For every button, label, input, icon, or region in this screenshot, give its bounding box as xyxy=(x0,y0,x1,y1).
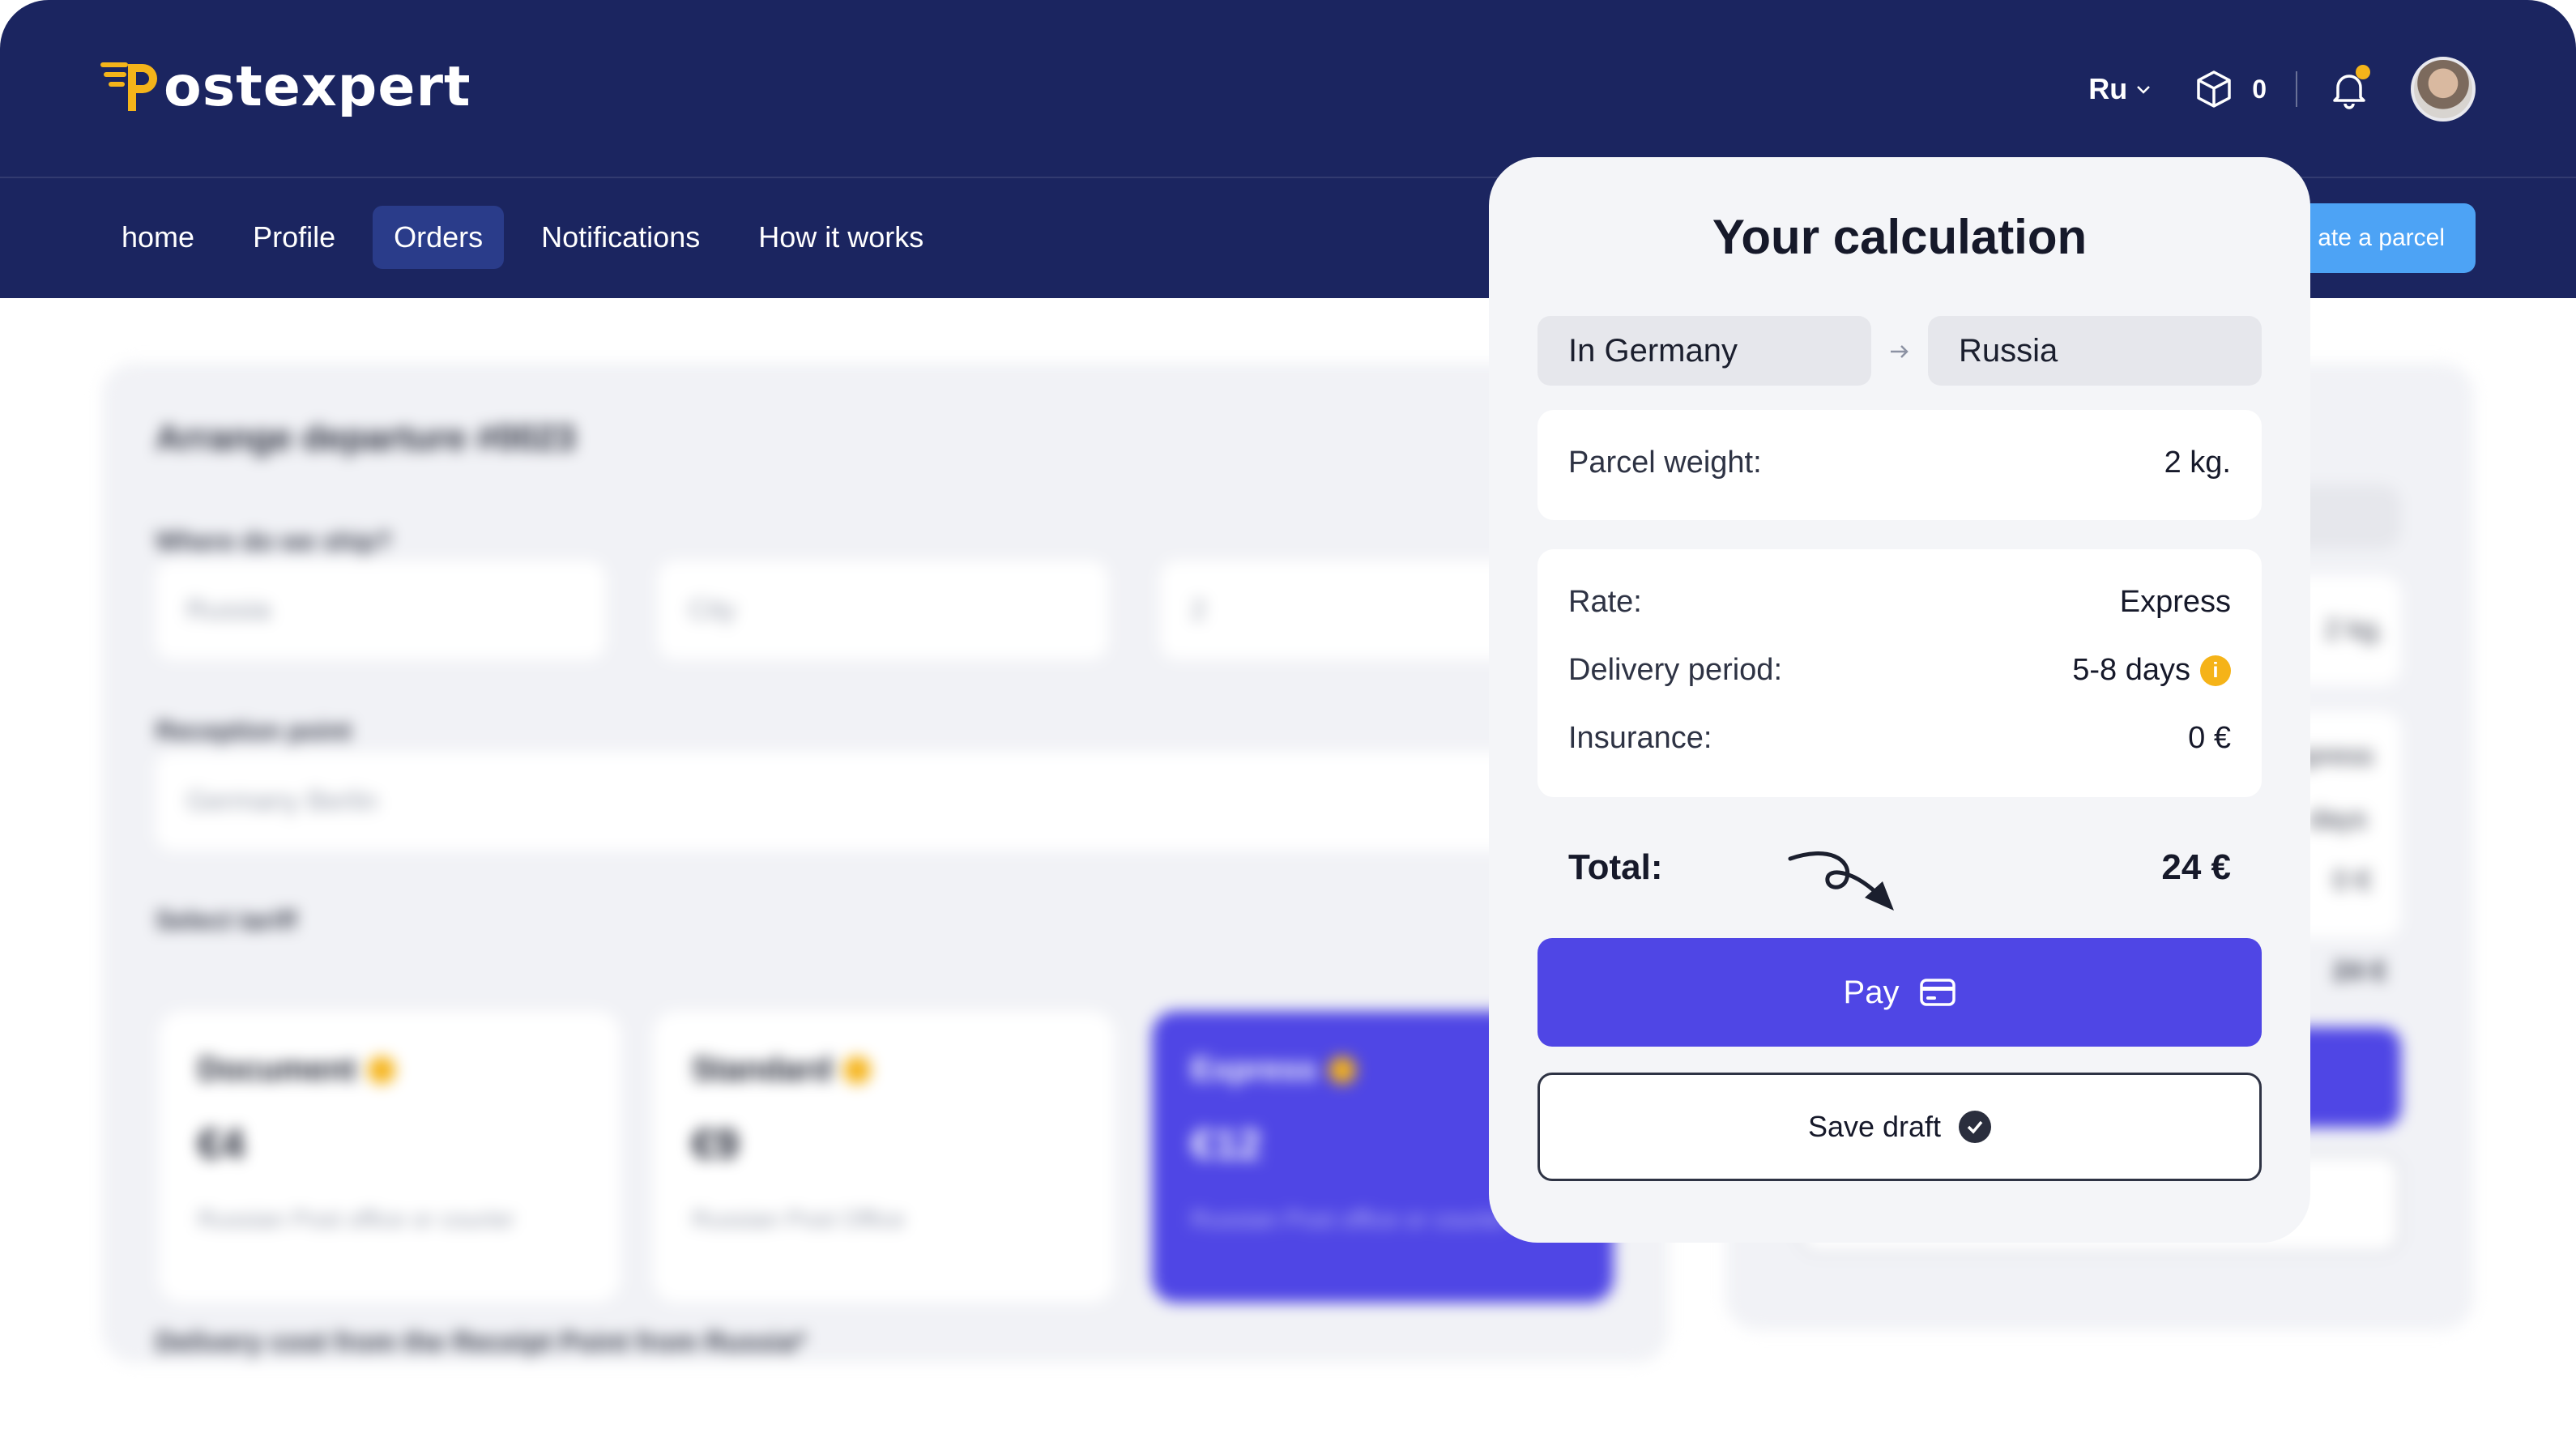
route: In Germany Russia xyxy=(1537,316,2262,386)
nav-item-orders[interactable]: Orders xyxy=(373,206,505,269)
save-draft-label: Save draft xyxy=(1807,1110,1942,1143)
route-from: In Germany xyxy=(1537,316,1871,386)
insurance-label: Insurance: xyxy=(1568,721,1712,755)
weight-value: 2 kg. xyxy=(2164,446,2231,480)
pay-label: Pay xyxy=(1843,974,1900,1010)
header-actions: Ru 0 xyxy=(2088,57,2476,122)
nav-item-how-it-works[interactable]: How it works xyxy=(737,206,945,269)
delivery-footnote: Delivery cost from the Receipt Point fro… xyxy=(156,1327,806,1358)
where-label: Where do we ship? xyxy=(156,527,392,556)
language-switcher[interactable]: Ru xyxy=(2088,72,2152,106)
reception-label: Reception point xyxy=(156,716,352,745)
card-icon xyxy=(1920,979,1956,1006)
box-icon xyxy=(2197,70,2231,108)
main-nav: home Profile Orders Notifications How it… xyxy=(100,206,945,269)
calculation-popup: Your calculation In Germany Russia Parce… xyxy=(1489,157,2310,1243)
city-input[interactable]: City xyxy=(658,561,1108,659)
arrange-departure-card: Arrange departure #0023 Where do we ship… xyxy=(102,363,1669,1363)
avatar[interactable] xyxy=(2411,57,2476,122)
tariff-card-document[interactable]: Document €4 Russian Post office or couri… xyxy=(159,1011,621,1303)
rate-panel: Rate: Express Delivery period: 5-8 days … xyxy=(1537,549,2262,797)
notification-dot xyxy=(2356,65,2370,79)
nav-item-notifications[interactable]: Notifications xyxy=(520,206,721,269)
logo-text: ostexpert xyxy=(164,54,471,119)
arrow-right-icon xyxy=(1871,336,1928,366)
logo-mark-icon xyxy=(100,62,157,111)
period-label: Delivery period: xyxy=(1568,653,1782,687)
period-value: 5-8 days xyxy=(2072,653,2190,687)
rate-label: Rate: xyxy=(1568,585,1642,619)
postexpert-logo[interactable]: ostexpert xyxy=(100,50,471,123)
weight-panel: Parcel weight: 2 kg. xyxy=(1537,410,2262,520)
rate-value: Express xyxy=(2119,585,2231,619)
arrange-title: Arrange departure #0023 xyxy=(156,418,576,458)
header-separator xyxy=(2296,71,2297,107)
parcels-count: 0 xyxy=(2252,74,2267,104)
tariff-label: Select tariff xyxy=(156,906,297,935)
weight-label: Parcel weight: xyxy=(1568,446,1762,480)
curved-arrow-icon xyxy=(1788,851,1894,911)
parcels-counter[interactable]: 0 xyxy=(2194,69,2267,109)
tariff-card-standard[interactable]: Standard €9 Russian Post Office xyxy=(653,1011,1115,1303)
country-select[interactable]: Russia xyxy=(156,561,606,659)
nav-item-home[interactable]: home xyxy=(100,206,215,269)
total-value: 24 € xyxy=(2161,847,2231,887)
info-icon[interactable]: i xyxy=(2200,655,2231,686)
nav-item-profile[interactable]: Profile xyxy=(232,206,356,269)
notifications-bell[interactable] xyxy=(2327,65,2372,112)
check-icon xyxy=(1959,1111,1992,1143)
save-draft-button[interactable]: Save draft xyxy=(1537,1073,2262,1181)
total-label: Total: xyxy=(1568,847,1663,887)
pay-button[interactable]: Pay xyxy=(1537,938,2262,1047)
insurance-value: 0 € xyxy=(2188,721,2231,755)
language-label: Ru xyxy=(2088,72,2128,105)
chevron-down-icon xyxy=(2137,86,2151,94)
calculation-title: Your calculation xyxy=(1712,210,2088,264)
reception-input[interactable]: Germany Berlin xyxy=(156,752,1614,851)
route-to: Russia xyxy=(1928,316,2262,386)
